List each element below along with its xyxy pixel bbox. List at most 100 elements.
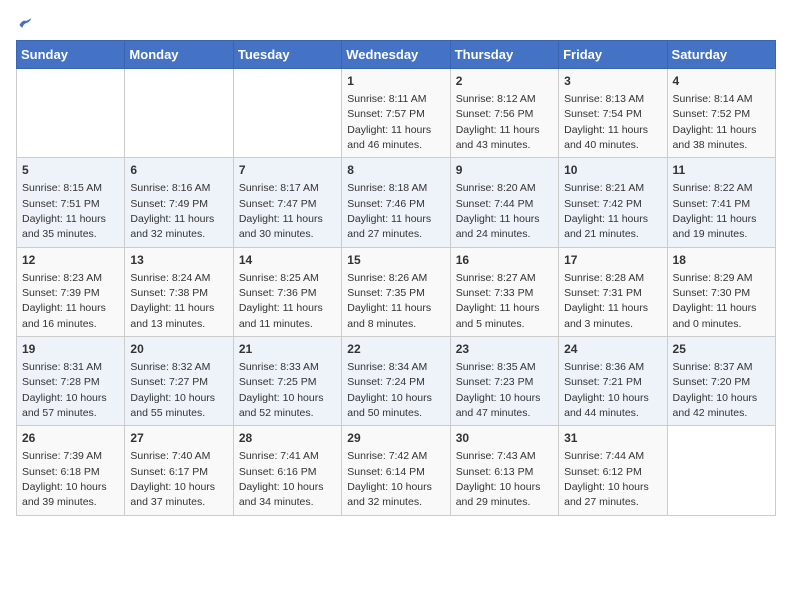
day-number: 6	[130, 162, 227, 179]
day-number: 11	[673, 162, 770, 179]
calendar-day-cell	[233, 69, 341, 158]
day-number: 24	[564, 341, 661, 358]
calendar-day-cell: 16 Sunrise: 8:27 AMSunset: 7:33 PMDayligh…	[450, 247, 558, 336]
day-info: Sunrise: 8:28 AMSunset: 7:31 PMDaylight:…	[564, 272, 648, 330]
day-info: Sunrise: 7:44 AMSunset: 6:12 PMDaylight:…	[564, 450, 649, 508]
calendar-day-cell: 11 Sunrise: 8:22 AMSunset: 7:41 PMDayligh…	[667, 158, 775, 247]
calendar-week-row: 5 Sunrise: 8:15 AMSunset: 7:51 PMDaylight…	[17, 158, 776, 247]
day-number: 26	[22, 430, 119, 447]
day-number: 7	[239, 162, 336, 179]
calendar-day-cell: 19 Sunrise: 8:31 AMSunset: 7:28 PMDayligh…	[17, 337, 125, 426]
day-info: Sunrise: 7:42 AMSunset: 6:14 PMDaylight:…	[347, 450, 432, 508]
day-number: 22	[347, 341, 444, 358]
day-info: Sunrise: 8:37 AMSunset: 7:20 PMDaylight:…	[673, 361, 758, 419]
day-number: 3	[564, 73, 661, 90]
day-number: 14	[239, 252, 336, 269]
calendar-day-cell	[667, 426, 775, 515]
day-of-week-header: Saturday	[667, 41, 775, 69]
calendar-day-cell: 6 Sunrise: 8:16 AMSunset: 7:49 PMDaylight…	[125, 158, 233, 247]
day-number: 27	[130, 430, 227, 447]
day-number: 13	[130, 252, 227, 269]
logo-bird-icon	[18, 16, 32, 30]
day-info: Sunrise: 8:32 AMSunset: 7:27 PMDaylight:…	[130, 361, 215, 419]
day-number: 18	[673, 252, 770, 269]
day-info: Sunrise: 8:27 AMSunset: 7:33 PMDaylight:…	[456, 272, 540, 330]
calendar-day-cell: 14 Sunrise: 8:25 AMSunset: 7:36 PMDayligh…	[233, 247, 341, 336]
day-info: Sunrise: 8:26 AMSunset: 7:35 PMDaylight:…	[347, 272, 431, 330]
day-of-week-header: Tuesday	[233, 41, 341, 69]
page-header	[16, 16, 776, 30]
day-info: Sunrise: 8:29 AMSunset: 7:30 PMDaylight:…	[673, 272, 757, 330]
day-info: Sunrise: 8:12 AMSunset: 7:56 PMDaylight:…	[456, 93, 540, 151]
calendar-day-cell: 24 Sunrise: 8:36 AMSunset: 7:21 PMDayligh…	[559, 337, 667, 426]
day-info: Sunrise: 8:20 AMSunset: 7:44 PMDaylight:…	[456, 182, 540, 240]
day-number: 31	[564, 430, 661, 447]
day-number: 15	[347, 252, 444, 269]
calendar-day-cell: 3 Sunrise: 8:13 AMSunset: 7:54 PMDaylight…	[559, 69, 667, 158]
day-number: 9	[456, 162, 553, 179]
day-info: Sunrise: 8:14 AMSunset: 7:52 PMDaylight:…	[673, 93, 757, 151]
day-number: 1	[347, 73, 444, 90]
day-number: 20	[130, 341, 227, 358]
calendar-day-cell: 18 Sunrise: 8:29 AMSunset: 7:30 PMDayligh…	[667, 247, 775, 336]
day-of-week-header: Friday	[559, 41, 667, 69]
calendar-week-row: 26 Sunrise: 7:39 AMSunset: 6:18 PMDayligh…	[17, 426, 776, 515]
day-number: 4	[673, 73, 770, 90]
day-info: Sunrise: 7:41 AMSunset: 6:16 PMDaylight:…	[239, 450, 324, 508]
calendar-day-cell: 5 Sunrise: 8:15 AMSunset: 7:51 PMDaylight…	[17, 158, 125, 247]
calendar-day-cell: 2Sunrise: 8:12 AMSunset: 7:56 PMDaylight…	[450, 69, 558, 158]
day-number: 23	[456, 341, 553, 358]
day-info: Sunrise: 8:33 AMSunset: 7:25 PMDaylight:…	[239, 361, 324, 419]
day-of-week-header: Monday	[125, 41, 233, 69]
day-info: Sunrise: 7:39 AMSunset: 6:18 PMDaylight:…	[22, 450, 107, 508]
day-info: Sunrise: 8:13 AMSunset: 7:54 PMDaylight:…	[564, 93, 648, 151]
day-number: 5	[22, 162, 119, 179]
day-number: 21	[239, 341, 336, 358]
day-info: Sunrise: 8:18 AMSunset: 7:46 PMDaylight:…	[347, 182, 431, 240]
day-info: Sunrise: 8:36 AMSunset: 7:21 PMDaylight:…	[564, 361, 649, 419]
day-info: Sunrise: 7:43 AMSunset: 6:13 PMDaylight:…	[456, 450, 541, 508]
day-info: Sunrise: 8:22 AMSunset: 7:41 PMDaylight:…	[673, 182, 757, 240]
day-number: 30	[456, 430, 553, 447]
calendar-day-cell: 30 Sunrise: 7:43 AMSunset: 6:13 PMDayligh…	[450, 426, 558, 515]
calendar-day-cell: 20 Sunrise: 8:32 AMSunset: 7:27 PMDayligh…	[125, 337, 233, 426]
calendar-day-cell: 13Sunrise: 8:24 AMSunset: 7:38 PMDayligh…	[125, 247, 233, 336]
calendar-day-cell: 9 Sunrise: 8:20 AMSunset: 7:44 PMDaylight…	[450, 158, 558, 247]
calendar-day-cell	[17, 69, 125, 158]
calendar-day-cell: 1 Sunrise: 8:11 AMSunset: 7:57 PMDaylight…	[342, 69, 450, 158]
day-of-week-header: Wednesday	[342, 41, 450, 69]
day-info: Sunrise: 8:15 AMSunset: 7:51 PMDaylight:…	[22, 182, 106, 240]
day-number: 10	[564, 162, 661, 179]
calendar-day-cell: 7 Sunrise: 8:17 AMSunset: 7:47 PMDaylight…	[233, 158, 341, 247]
calendar-table: SundayMondayTuesdayWednesdayThursdayFrid…	[16, 40, 776, 516]
day-of-week-header: Thursday	[450, 41, 558, 69]
day-number: 29	[347, 430, 444, 447]
day-number: 17	[564, 252, 661, 269]
calendar-day-cell: 10Sunrise: 8:21 AMSunset: 7:42 PMDayligh…	[559, 158, 667, 247]
day-number: 16	[456, 252, 553, 269]
day-info: Sunrise: 8:17 AMSunset: 7:47 PMDaylight:…	[239, 182, 323, 240]
day-info: Sunrise: 8:31 AMSunset: 7:28 PMDaylight:…	[22, 361, 107, 419]
day-number: 25	[673, 341, 770, 358]
calendar-day-cell: 17 Sunrise: 8:28 AMSunset: 7:31 PMDayligh…	[559, 247, 667, 336]
calendar-day-cell: 23Sunrise: 8:35 AMSunset: 7:23 PMDayligh…	[450, 337, 558, 426]
calendar-week-row: 1 Sunrise: 8:11 AMSunset: 7:57 PMDaylight…	[17, 69, 776, 158]
calendar-day-cell: 28 Sunrise: 7:41 AMSunset: 6:16 PMDayligh…	[233, 426, 341, 515]
calendar-day-cell: 29 Sunrise: 7:42 AMSunset: 6:14 PMDayligh…	[342, 426, 450, 515]
day-info: Sunrise: 8:25 AMSunset: 7:36 PMDaylight:…	[239, 272, 323, 330]
day-info: Sunrise: 8:23 AMSunset: 7:39 PMDaylight:…	[22, 272, 106, 330]
day-number: 8	[347, 162, 444, 179]
calendar-week-row: 19 Sunrise: 8:31 AMSunset: 7:28 PMDayligh…	[17, 337, 776, 426]
day-info: Sunrise: 8:16 AMSunset: 7:49 PMDaylight:…	[130, 182, 214, 240]
day-number: 19	[22, 341, 119, 358]
day-info: Sunrise: 8:11 AMSunset: 7:57 PMDaylight:…	[347, 93, 431, 151]
calendar-day-cell: 21 Sunrise: 8:33 AMSunset: 7:25 PMDayligh…	[233, 337, 341, 426]
calendar-day-cell: 27 Sunrise: 7:40 AMSunset: 6:17 PMDayligh…	[125, 426, 233, 515]
calendar-day-cell: 26 Sunrise: 7:39 AMSunset: 6:18 PMDayligh…	[17, 426, 125, 515]
day-info: Sunrise: 7:40 AMSunset: 6:17 PMDaylight:…	[130, 450, 215, 508]
day-number: 12	[22, 252, 119, 269]
day-number: 28	[239, 430, 336, 447]
calendar-header-row: SundayMondayTuesdayWednesdayThursdayFrid…	[17, 41, 776, 69]
day-of-week-header: Sunday	[17, 41, 125, 69]
calendar-day-cell: 31 Sunrise: 7:44 AMSunset: 6:12 PMDayligh…	[559, 426, 667, 515]
